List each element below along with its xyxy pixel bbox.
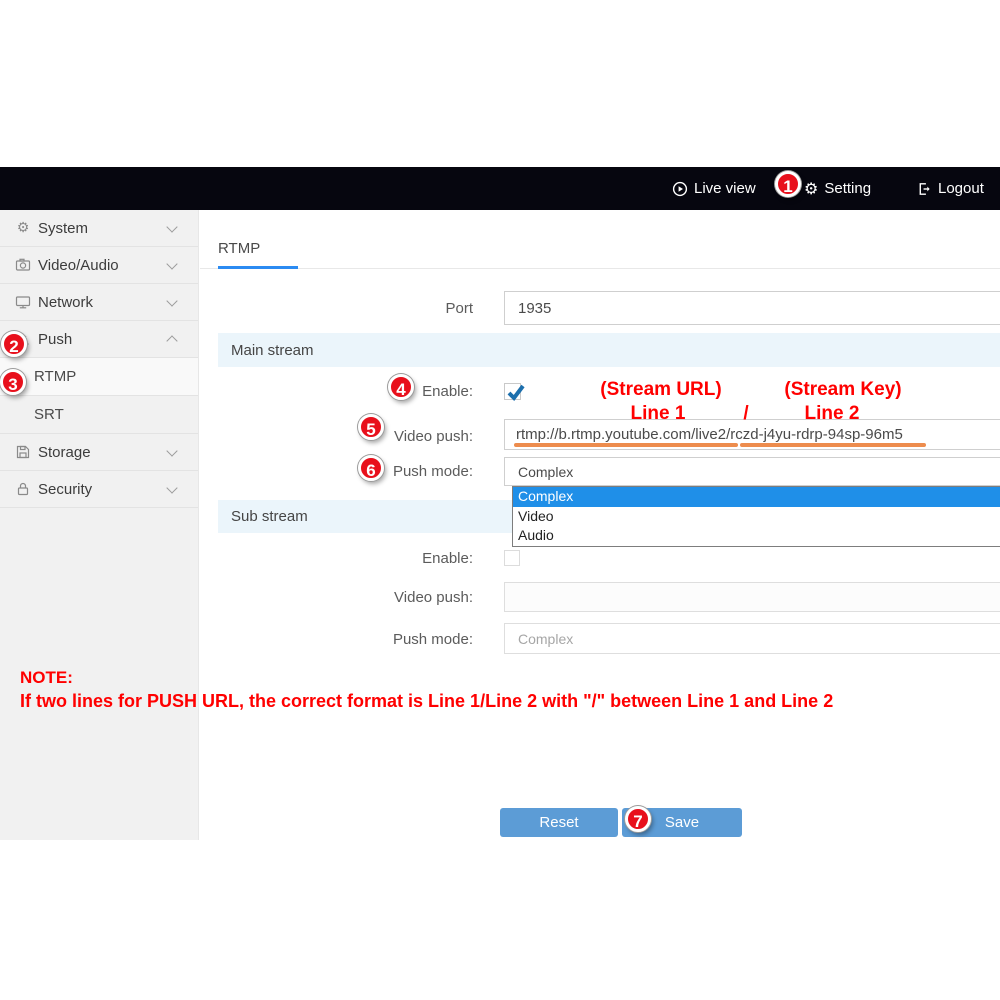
- step-circle-6: 6: [358, 455, 384, 481]
- sidebar-item-label: System: [38, 220, 88, 237]
- sidebar: ⚙ System Video/Audio Network Push: [0, 210, 199, 840]
- dropdown-option-complex[interactable]: Complex: [513, 487, 1000, 507]
- note-title: NOTE:: [20, 668, 73, 688]
- topbar: Live view ⚙ Setting Logout: [0, 167, 1000, 210]
- step-circle-7: 7: [625, 806, 651, 832]
- stream-key-underline: [740, 443, 926, 447]
- sub-enable-label: Enable:: [273, 550, 473, 567]
- sidebar-item-srt[interactable]: SRT: [0, 396, 198, 434]
- setting-label: Setting: [824, 180, 871, 197]
- step-circle-4: 4: [388, 374, 414, 400]
- chevron-down-icon: [166, 258, 177, 269]
- logout-icon: [917, 181, 932, 197]
- tab-active-underline: [218, 266, 298, 269]
- step-circle-1: 1: [775, 171, 801, 197]
- sidebar-item-label: Video/Audio: [38, 257, 119, 274]
- gear-icon: ⚙: [804, 181, 818, 197]
- sub-push-mode-label: Push mode:: [273, 631, 473, 648]
- push-mode-dropdown: Complex Video Audio: [512, 486, 1000, 547]
- sidebar-item-label: SRT: [34, 406, 64, 423]
- line2-annotation: Line 2: [790, 403, 874, 425]
- sidebar-item-storage[interactable]: Storage: [0, 434, 198, 471]
- lock-icon: [15, 481, 31, 497]
- enable-label: Enable:: [273, 383, 473, 400]
- push-mode-select[interactable]: Complex: [504, 457, 1000, 486]
- stream-url-underline: [514, 443, 738, 447]
- reset-button[interactable]: Reset: [500, 808, 618, 837]
- checkmark-icon: [505, 382, 526, 403]
- step-circle-2: 2: [1, 331, 27, 357]
- chevron-down-icon: [166, 221, 177, 232]
- dropdown-option-video[interactable]: Video: [513, 507, 1000, 527]
- chevron-down-icon: [166, 295, 177, 306]
- stream-key-annotation: (Stream Key): [758, 379, 928, 401]
- chevron-up-icon: [166, 335, 177, 346]
- logout-label: Logout: [938, 180, 984, 197]
- camera-icon: [15, 257, 31, 273]
- sidebar-item-label: Security: [38, 481, 92, 498]
- gear-icon: ⚙: [15, 220, 31, 236]
- sidebar-item-network[interactable]: Network: [0, 284, 198, 321]
- step-circle-5: 5: [358, 414, 384, 440]
- port-label: Port: [273, 300, 473, 317]
- main-stream-header: Main stream: [218, 333, 1000, 367]
- step-circle-3: 3: [0, 369, 26, 395]
- sidebar-item-security[interactable]: Security: [0, 471, 198, 508]
- sub-push-mode-select[interactable]: Complex: [504, 623, 1000, 654]
- logout-button[interactable]: Logout: [917, 167, 984, 210]
- sub-video-push-input[interactable]: [504, 582, 1000, 612]
- note-body: If two lines for PUSH URL, the correct f…: [20, 691, 995, 712]
- sidebar-item-system[interactable]: ⚙ System: [0, 210, 198, 247]
- sub-video-push-label: Video push:: [273, 589, 473, 606]
- sidebar-item-label: RTMP: [34, 368, 76, 385]
- chevron-down-icon: [166, 445, 177, 456]
- slash-annotation: /: [738, 403, 754, 425]
- sidebar-item-label: Network: [38, 294, 93, 311]
- monitor-icon: [15, 294, 31, 310]
- sub-enable-checkbox[interactable]: [504, 550, 520, 566]
- sidebar-item-push[interactable]: Push: [0, 321, 198, 358]
- sidebar-item-rtmp[interactable]: RTMP: [0, 358, 198, 396]
- sidebar-item-label: Push: [38, 331, 72, 348]
- tab-border: [200, 268, 1000, 269]
- line1-annotation: Line 1: [616, 403, 700, 425]
- play-circle-icon: [672, 181, 688, 197]
- port-input[interactable]: 1935: [504, 291, 1000, 325]
- live-view-label: Live view: [694, 180, 756, 197]
- stream-url-annotation: (Stream URL): [576, 379, 746, 401]
- dropdown-option-audio[interactable]: Audio: [513, 526, 1000, 546]
- setting-button[interactable]: ⚙ Setting: [804, 167, 871, 210]
- sidebar-item-label: Storage: [38, 444, 91, 461]
- tab-rtmp[interactable]: RTMP: [218, 240, 260, 257]
- chevron-down-icon: [166, 482, 177, 493]
- floppy-icon: [15, 444, 31, 460]
- live-view-button[interactable]: Live view: [672, 167, 756, 210]
- page: Live view ⚙ Setting Logout ⚙ System Vide…: [0, 0, 1000, 1000]
- enable-checkbox[interactable]: [504, 383, 521, 400]
- sidebar-item-video-audio[interactable]: Video/Audio: [0, 247, 198, 284]
